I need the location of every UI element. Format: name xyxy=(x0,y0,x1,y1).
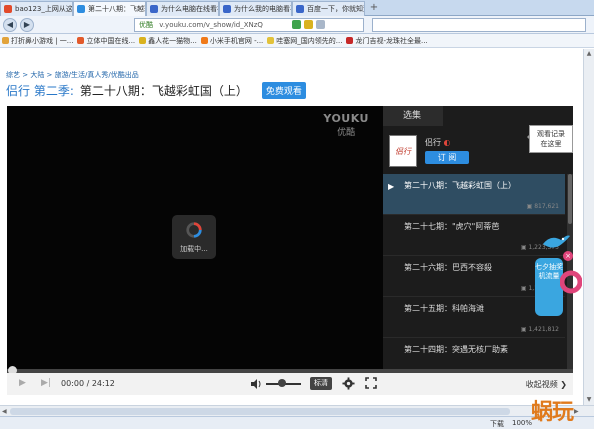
download-status[interactable]: 下载 xyxy=(490,419,504,429)
tab-favicon xyxy=(77,5,85,13)
video-player: YOUKU 优酷 加载中... 选集 侣行 侣行 ◐ 订 阅 ▶ 第二十八期：飞… xyxy=(7,106,573,395)
show-name-link[interactable]: 侣行 第二季: xyxy=(6,82,74,99)
video-title-row: 侣行 第二季: 第二十八期：飞越彩虹国（上） 免费观看 xyxy=(6,82,306,99)
bookmark-icon xyxy=(346,37,354,44)
ring-icon xyxy=(560,270,582,294)
close-icon[interactable]: × xyxy=(563,251,573,261)
browser-tab-3[interactable]: 为什么电脑在线看视频一直 xyxy=(146,1,219,16)
bookmarks-bar: 打折鼻小游戏 | 一... 立体中国在线... 鑫人花一猫物... 小米手机官网… xyxy=(0,34,594,48)
volume-knob[interactable] xyxy=(277,379,286,387)
status-bar: 下载 100% xyxy=(0,416,594,429)
forward-button[interactable]: ▶ xyxy=(20,18,34,32)
bookmark-icon xyxy=(77,37,85,44)
promo-banner[interactable]: 七夕抽奖机流量 xyxy=(535,258,563,316)
status-items: 下载 100% xyxy=(490,419,532,429)
tab-label: 百度一下，你就知道 xyxy=(307,5,365,13)
episode-title: 第二十七期："虎穴"阿蒂芭 xyxy=(404,222,500,231)
tab-favicon xyxy=(223,5,231,13)
bookmark-icon xyxy=(2,37,9,44)
episode-item[interactable]: ▶ 第二十八期：飞越彩虹国（上） ▣ 817,621 xyxy=(383,174,565,215)
zoom-level[interactable]: 100% xyxy=(512,419,532,429)
bookmark-icon xyxy=(139,37,147,44)
tab-label: 为什么我的电脑看不成在线 xyxy=(234,5,291,13)
scroll-down-icon[interactable]: ▼ xyxy=(584,395,594,405)
tab-episodes[interactable]: 选集 xyxy=(383,106,443,126)
episode-views: ▣ 1,421,812 xyxy=(520,326,559,333)
back-button[interactable]: ◀ xyxy=(3,18,17,32)
tab-label: bao123_上网从这里开始 xyxy=(15,5,73,13)
loading-text: 加载中... xyxy=(180,245,208,253)
episode-views: ▣ 817,621 xyxy=(526,203,559,210)
bookmark-item[interactable]: 打折鼻小游戏 | 一... xyxy=(2,36,73,46)
tab-favicon xyxy=(150,5,158,13)
episode-item[interactable]: 第二十七期："虎穴"阿蒂芭 ▣ 1,223,375 xyxy=(383,215,565,256)
player-controls: ▶ ▶| 00:00 / 24:12 标清 收起视频 ❯ xyxy=(7,373,573,395)
avatar[interactable]: 侣行 xyxy=(389,135,417,167)
browser-tab-5[interactable]: 百度一下，你就知道 xyxy=(292,1,365,16)
search-input[interactable] xyxy=(372,18,586,32)
episode-title: 第二十八期：飞越彩虹国（上） xyxy=(79,84,248,98)
youku-logo-watermark: YOUKU 优酷 xyxy=(323,112,369,138)
page-vertical-scrollbar[interactable]: ▲ ▼ xyxy=(583,49,594,405)
star-icon[interactable] xyxy=(304,20,313,29)
subscribe-button[interactable]: 订 阅 xyxy=(425,151,469,164)
address-toolbar: ◀ ▶ 优酷 v.youku.com/v_show/id_XNzQ xyxy=(0,16,594,34)
bookmark-item[interactable]: 哇塞网_国内领先的... xyxy=(267,36,342,46)
url-input[interactable]: 优酷 v.youku.com/v_show/id_XNzQ xyxy=(134,18,364,32)
bookmark-item[interactable]: 小米手机官网 -... xyxy=(200,36,263,46)
browser-tab-bar: bao123_上网从这里开始 第二十八期：飞越彩虹国 × 为什么电脑在线看视频一… xyxy=(0,0,594,16)
bookmark-item[interactable]: 鑫人花一猫物... xyxy=(139,36,197,46)
time-display: 00:00 / 24:12 xyxy=(61,379,115,388)
video-area[interactable]: YOUKU 优酷 加载中... xyxy=(7,106,383,369)
bird-icon xyxy=(543,235,570,248)
gear-icon[interactable] xyxy=(342,377,355,390)
bookmark-item[interactable]: 立体中国在线... xyxy=(77,36,135,46)
free-watch-button[interactable]: 免费观看 xyxy=(261,82,306,99)
dropdown-icon[interactable] xyxy=(316,20,325,29)
browser-tab-1[interactable]: bao123_上网从这里开始 xyxy=(0,1,73,16)
play-icon[interactable]: ▶ xyxy=(19,378,26,388)
url-text: v.youku.com/v_show/id_XNzQ xyxy=(159,21,263,29)
collapse-video-link[interactable]: 收起视频 ❯ xyxy=(526,379,567,390)
episode-title: 第二十四期：突遇无核厂助素 xyxy=(404,345,508,354)
browser-tab-4[interactable]: 为什么我的电脑看不成在线 xyxy=(219,1,292,16)
breadcrumb[interactable]: 综艺 > 大陆 > 旅游/生活/真人秀/优酷出品 xyxy=(6,70,139,80)
volume-icon[interactable] xyxy=(250,378,262,390)
episode-title: 第二十五期：科帕海滩 xyxy=(404,304,484,313)
close-icon[interactable]: × xyxy=(136,2,143,16)
fullscreen-icon[interactable] xyxy=(365,377,377,389)
browser-tab-2[interactable]: 第二十八期：飞越彩虹国 × xyxy=(73,1,146,16)
bookmark-icon xyxy=(200,37,208,44)
verified-icon: ◐ xyxy=(443,138,451,147)
uploader-name[interactable]: 侣行 ◐ xyxy=(425,137,451,148)
address-icons xyxy=(292,20,325,29)
site-badge: 优酷 xyxy=(139,21,153,29)
quality-button[interactable]: 标清 xyxy=(310,377,332,390)
new-tab-button[interactable]: + xyxy=(365,1,383,16)
tab-favicon xyxy=(4,5,12,13)
tab-favicon xyxy=(296,5,304,13)
scroll-thumb[interactable] xyxy=(10,408,510,415)
tab-label: 为什么电脑在线看视频一直 xyxy=(161,5,218,13)
scroll-thumb[interactable] xyxy=(568,174,572,224)
episode-title: 第二十六期：巴西不容殺 xyxy=(404,263,492,272)
brand-watermark: 蜗玩 xyxy=(531,400,574,425)
page-horizontal-scrollbar[interactable]: ◀ ▶ xyxy=(0,405,594,416)
spinner-icon xyxy=(186,222,202,238)
scroll-up-icon[interactable]: ▲ xyxy=(584,49,594,59)
loading-indicator: 加载中... xyxy=(172,215,216,259)
bookmark-icon xyxy=(267,37,275,44)
history-tooltip: 观看记录 在这里 xyxy=(527,125,573,153)
shield-icon[interactable] xyxy=(292,20,301,29)
now-playing-icon: ▶ xyxy=(388,182,395,191)
bookmark-item[interactable]: 龙门吉视-龙珠社全最... xyxy=(346,36,428,46)
next-icon[interactable]: ▶| xyxy=(41,378,51,388)
episode-title: 第二十八期：飞越彩虹国（上） xyxy=(404,181,516,190)
